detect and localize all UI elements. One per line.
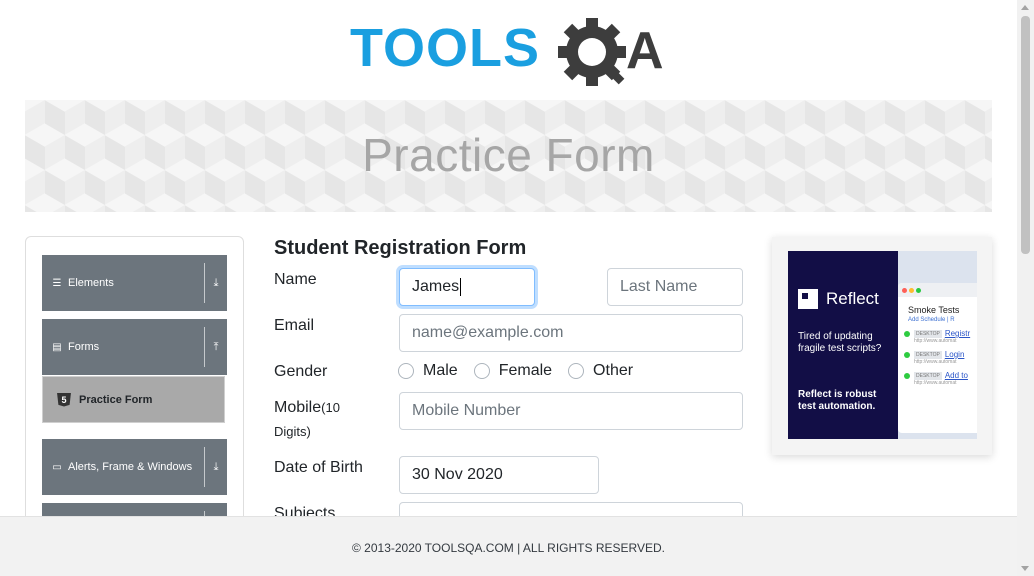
footer: © 2013-2020 TOOLSQA.COM | ALL RIGHTS RES…	[0, 516, 1017, 576]
mobile-placeholder: Mobile Number	[412, 402, 521, 419]
reflect-logo-icon	[798, 289, 818, 309]
ad-left-panel: Reflect Tired of updating fragile test s…	[788, 251, 898, 439]
logo-graphic: TOOLS A	[350, 18, 664, 86]
ad-test-row: DESKTOP Add to	[898, 365, 977, 380]
mobile-input[interactable]: Mobile Number	[399, 392, 743, 430]
gender-male-radio[interactable]: Male	[398, 362, 458, 380]
ad-link: Login	[944, 350, 965, 359]
logo-text-a: A	[626, 22, 664, 80]
download-arrow-icon: ⤓	[213, 460, 219, 473]
ad-window-sub: Add Schedule | R	[908, 317, 955, 323]
radio-label: Male	[423, 362, 458, 379]
mobile-hint-line2: Digits)	[274, 424, 311, 439]
document-icon: ▤	[52, 341, 62, 353]
vertical-scrollbar[interactable]	[1017, 0, 1034, 576]
first-name-input[interactable]: James	[399, 268, 535, 306]
mobile-hint: (10	[321, 400, 340, 415]
radio-label: Other	[593, 362, 634, 379]
dob-label: Date of Birth	[274, 459, 363, 476]
radio-circle[interactable]	[473, 363, 490, 379]
ad-creative: Reflect Tired of updating fragile test s…	[788, 251, 977, 439]
ad-window-bar	[898, 283, 977, 297]
email-input[interactable]: name@example.com	[399, 314, 743, 352]
ad-link: Add to	[944, 371, 968, 380]
gender-other-radio[interactable]: Other	[568, 362, 633, 380]
html5-icon: 5	[57, 392, 71, 407]
gender-radio-group: Male Female Other	[398, 362, 649, 380]
menu-item-practice-form[interactable]: 5 Practice Form	[42, 376, 225, 423]
ad-window-title: Smoke Tests	[908, 305, 960, 315]
hamburger-icon: ☰	[52, 277, 62, 289]
menu-item-label: Practice Form	[79, 393, 153, 406]
upload-arrow-icon: ⤒	[213, 340, 219, 353]
mobile-label-text: Mobile	[274, 399, 322, 416]
radio-circle[interactable]	[568, 363, 585, 379]
page-banner: Practice Form	[25, 100, 992, 212]
group-alerts-frame-windows[interactable]: ▭ Alerts, Frame & Windows ⤓	[42, 439, 227, 495]
gear-magnifier-icon	[558, 18, 626, 86]
status-dot-icon	[904, 351, 910, 358]
mobile-label: Mobile(10 Digits)	[274, 396, 340, 444]
form-title: Student Registration Form	[274, 237, 527, 259]
minimize-dot-icon	[909, 287, 914, 293]
group-label: Forms	[68, 341, 100, 353]
page-title: Practice Form	[362, 129, 655, 181]
scroll-down-arrow-icon[interactable]	[1021, 566, 1029, 571]
ad-brand-name: Reflect	[826, 289, 879, 308]
ad-tagline: Tired of updating fragile test scripts?	[798, 331, 882, 354]
maximize-dot-icon	[916, 287, 921, 293]
download-arrow-icon: ⤓	[213, 276, 219, 289]
radio-label: Female	[498, 362, 553, 379]
ad-right-panel: Smoke Tests Add Schedule | R DESKTOP Reg…	[898, 251, 977, 439]
name-label: Name	[274, 271, 317, 288]
group-elements[interactable]: ☰ Elements ⤓	[42, 255, 227, 311]
ad-brand: Reflect	[798, 289, 879, 309]
group-forms[interactable]: ▤ Forms ⤒	[42, 319, 227, 375]
ad-cta: Reflect is robust test automation.	[798, 389, 877, 412]
group-label: Alerts, Frame & Windows	[68, 461, 193, 473]
reflect-ad[interactable]: Reflect Tired of updating fragile test s…	[772, 237, 992, 455]
scrollbar-thumb[interactable]	[1021, 16, 1030, 254]
footer-copyright: © 2013-2020 TOOLSQA.COM | ALL RIGHTS RES…	[352, 541, 665, 555]
last-name-input[interactable]: Last Name	[607, 268, 743, 306]
status-dot-icon	[904, 330, 910, 337]
ad-link: Registr	[944, 329, 971, 338]
first-name-value: James	[412, 278, 460, 295]
toolsqa-logo[interactable]: TOOLS A	[348, 14, 672, 90]
status-dot-icon	[904, 372, 910, 379]
left-panel: ☰ Elements ⤓ ▤ Forms ⤒ 5 Practice Form ▭…	[25, 236, 244, 536]
ad-test-row: DESKTOP Registr	[898, 323, 977, 338]
email-label: Email	[274, 317, 315, 334]
ad-tag: DESKTOP	[914, 329, 942, 338]
ad-app-window: Smoke Tests Add Schedule | R DESKTOP Reg…	[898, 283, 977, 433]
dob-value: 30 Nov 2020	[412, 466, 503, 483]
group-label: Elements	[68, 277, 114, 289]
page: TOOLS A Practice Form ☰ Elements ⤓ ▤ For…	[0, 0, 1034, 576]
window-icon: ▭	[52, 461, 62, 473]
text-caret	[460, 278, 462, 296]
scroll-up-arrow-icon[interactable]	[1021, 5, 1029, 10]
logo-text-tools: TOOLS	[350, 18, 540, 78]
date-of-birth-input[interactable]: 30 Nov 2020	[399, 456, 599, 494]
ad-test-row: DESKTOP Login	[898, 344, 977, 359]
close-dot-icon	[902, 287, 907, 293]
ad-tag: DESKTOP	[914, 350, 942, 359]
radio-circle[interactable]	[398, 363, 414, 379]
gender-label: Gender	[274, 363, 328, 380]
gender-female-radio[interactable]: Female	[473, 362, 553, 380]
ad-url: http://www.automat	[914, 380, 957, 386]
email-placeholder: name@example.com	[412, 324, 564, 341]
last-name-placeholder: Last Name	[620, 278, 698, 295]
ad-tag: DESKTOP	[914, 371, 942, 380]
